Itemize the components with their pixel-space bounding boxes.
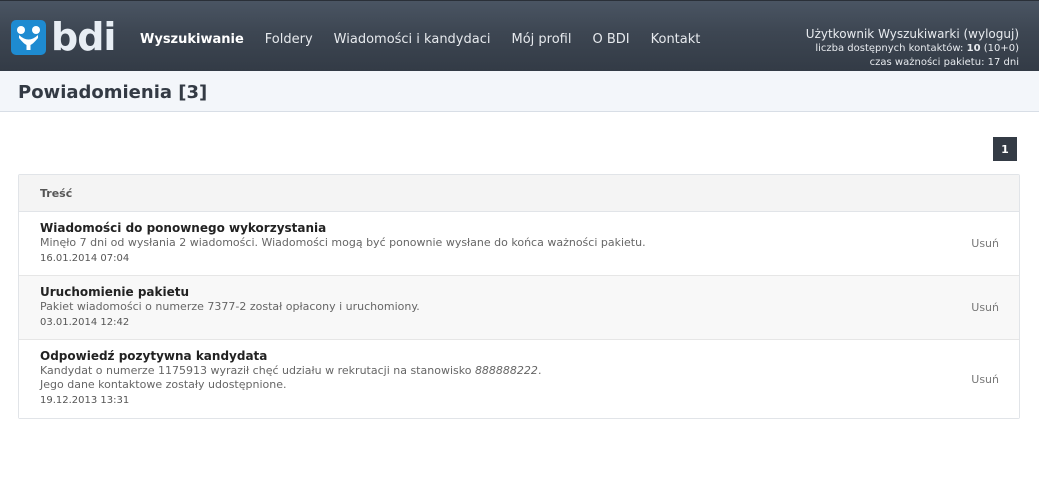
position-number: 888888222 <box>474 364 538 377</box>
table-header: Treść <box>19 175 1019 212</box>
logout-link[interactable]: (wyloguj) <box>963 27 1019 41</box>
main-nav: Wyszukiwanie Foldery Wiadomości i kandyd… <box>140 32 721 47</box>
delete-link[interactable]: Usuń <box>971 301 999 314</box>
contacts-label: liczba dostępnych kontaktów: <box>815 43 964 54</box>
notification-text-suffix: . <box>537 364 542 377</box>
contacts-value: 10 <box>966 43 981 54</box>
notification-text: Minęło 7 dni od wysłania 2 wiadomości. W… <box>40 236 646 249</box>
nav-item-kontakt[interactable]: Kontakt <box>651 32 701 47</box>
validity-value: 17 dni <box>987 57 1019 68</box>
nav-item-foldery[interactable]: Foldery <box>265 32 313 47</box>
top-navigation-bar: bdi Wyszukiwanie Foldery Wiadomości i ka… <box>0 0 1039 71</box>
nav-item-wyszukiwanie[interactable]: Wyszukiwanie <box>140 32 244 47</box>
contacts-extra: (10+0) <box>983 43 1019 54</box>
notification-date: 16.01.2014 07:04 <box>40 253 130 264</box>
notification-title: Odpowiedź pozytywna kandydata <box>40 349 268 363</box>
notification-date: 03.01.2014 12:42 <box>40 317 130 328</box>
notification-date: 19.12.2013 13:31 <box>40 395 130 406</box>
notification-text: Pakiet wiadomości o numerze 7377-2 zosta… <box>40 300 420 313</box>
bdi-logo[interactable]: bdi <box>11 15 116 59</box>
bdi-logo-icon <box>11 19 46 55</box>
table-row: Wiadomości do ponownego wykorzystania Mi… <box>19 212 1019 276</box>
notifications-table: Treść Wiadomości do ponownego wykorzysta… <box>18 174 1020 419</box>
nav-item-moj-profil[interactable]: Mój profil <box>511 32 571 47</box>
notification-text-prefix: Kandydat o numerze 1175913 wyraził chęć … <box>40 364 472 377</box>
table-row: Odpowiedź pozytywna kandydata Kandydat o… <box>19 340 1019 418</box>
logo-text: bdi <box>51 15 116 59</box>
column-header-tresc: Treść <box>40 187 73 200</box>
notification-text: Kandydat o numerze 1175913 wyraził chęć … <box>40 364 998 378</box>
pagination-page-1[interactable]: 1 <box>993 137 1017 161</box>
user-info: Użytkownik Wyszukiwarki (wyloguj) liczba… <box>806 26 1019 70</box>
page-title: Powiadomienia [3] <box>18 82 208 103</box>
delete-link[interactable]: Usuń <box>971 373 999 386</box>
delete-link[interactable]: Usuń <box>971 237 999 250</box>
notification-title: Wiadomości do ponownego wykorzystania <box>40 221 327 235</box>
page-title-bar: Powiadomienia [3] <box>0 71 1039 112</box>
notification-text-line2: Jego dane kontaktowe zostały udostępnion… <box>40 378 287 391</box>
nav-item-o-bdi[interactable]: O BDI <box>592 32 629 47</box>
user-name: Użytkownik Wyszukiwarki <box>805 27 960 41</box>
nav-item-wiadomosci-i-kandydaci[interactable]: Wiadomości i kandydaci <box>334 32 491 47</box>
validity-label: czas ważności pakietu: <box>869 57 985 68</box>
notification-title: Uruchomienie pakietu <box>40 285 190 299</box>
table-row: Uruchomienie pakietu Pakiet wiadomości o… <box>19 276 1019 340</box>
